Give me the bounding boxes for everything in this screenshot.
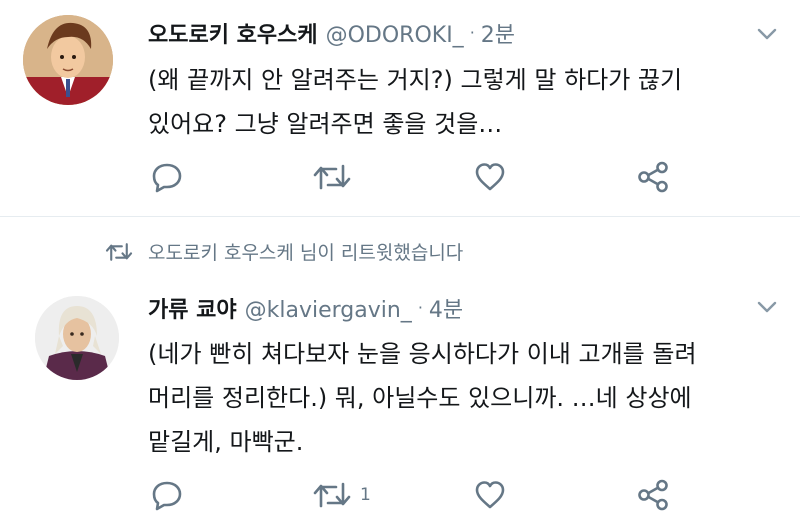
tweet-text: (왜 끝까지 안 알려주는 거지?) 그렇게 말 하다가 끊기 있어요? 그냥 …	[148, 58, 682, 146]
tweet-text-line: (왜 끝까지 안 알려주는 거지?) 그렇게 말 하다가 끊기	[148, 66, 683, 94]
like-icon	[475, 481, 505, 509]
retweet-notice: 오도로키 호우스케 님이 리트윗했습니다	[104, 238, 463, 265]
chevron-down-icon[interactable]	[755, 295, 779, 319]
retweet-button[interactable]	[312, 160, 360, 194]
like-button[interactable]	[473, 478, 507, 512]
tweet-2: 가류 쿄야 @klaviergavin_ · 4분 (네가 빤히 쳐다보자 눈을…	[0, 270, 800, 529]
tweet-text-line: 맡길게, 마빡군.	[148, 428, 304, 456]
timestamp[interactable]: 4분	[429, 292, 463, 324]
share-button[interactable]	[636, 160, 670, 194]
tweet-divider	[0, 216, 800, 217]
timestamp[interactable]: 2분	[481, 17, 515, 49]
tweet-text: (네가 빤히 쳐다보자 눈을 응시하다가 이내 고개를 돌려 머리를 정리한다.…	[148, 332, 697, 464]
avatar[interactable]	[35, 296, 119, 380]
tweet-header: 가류 쿄야 @klaviergavin_ · 4분	[148, 292, 463, 324]
like-button[interactable]	[473, 160, 507, 194]
tweet-actions	[150, 160, 690, 200]
retweet-icon	[105, 242, 133, 261]
separator-dot: ·	[469, 23, 475, 42]
retweet-icon	[313, 482, 351, 508]
share-icon	[638, 479, 668, 511]
display-name[interactable]: 오도로키 호우스케	[148, 17, 318, 49]
user-handle[interactable]: @ODOROKI_	[326, 23, 464, 48]
retweet-count: 1	[360, 485, 371, 505]
share-button[interactable]	[636, 478, 670, 512]
reply-icon	[152, 163, 182, 193]
reply-button[interactable]	[150, 478, 184, 512]
tweet-text-line: 있어요? 그냥 알려주면 좋을 것을…	[148, 110, 503, 138]
avatar[interactable]	[23, 15, 113, 105]
display-name[interactable]: 가류 쿄야	[148, 292, 237, 324]
tweet-1: 오도로키 호우스케 @ODOROKI_ · 2분 (왜 끝까지 안 알려주는 거…	[0, 0, 800, 215]
retweet-icon	[313, 164, 351, 190]
tweet-header: 오도로키 호우스케 @ODOROKI_ · 2분	[148, 17, 515, 49]
tweet-text-line: 머리를 정리한다.) 뭐, 아닐수도 있으니까. …네 상상에	[148, 384, 692, 412]
separator-dot: ·	[417, 298, 423, 317]
user-handle[interactable]: @klaviergavin_	[245, 298, 412, 323]
tweet-text-line: (네가 빤히 쳐다보자 눈을 응시하다가 이내 고개를 돌려	[148, 340, 697, 368]
reply-button[interactable]	[150, 160, 184, 194]
retweet-notice-text[interactable]: 오도로키 호우스케 님이 리트윗했습니다	[148, 238, 463, 265]
chevron-down-icon[interactable]	[755, 22, 779, 46]
tweet-actions: 1	[150, 478, 690, 518]
reply-icon	[152, 481, 182, 511]
share-icon	[638, 161, 668, 193]
retweet-button[interactable]: 1	[312, 478, 371, 512]
like-icon	[475, 163, 505, 191]
